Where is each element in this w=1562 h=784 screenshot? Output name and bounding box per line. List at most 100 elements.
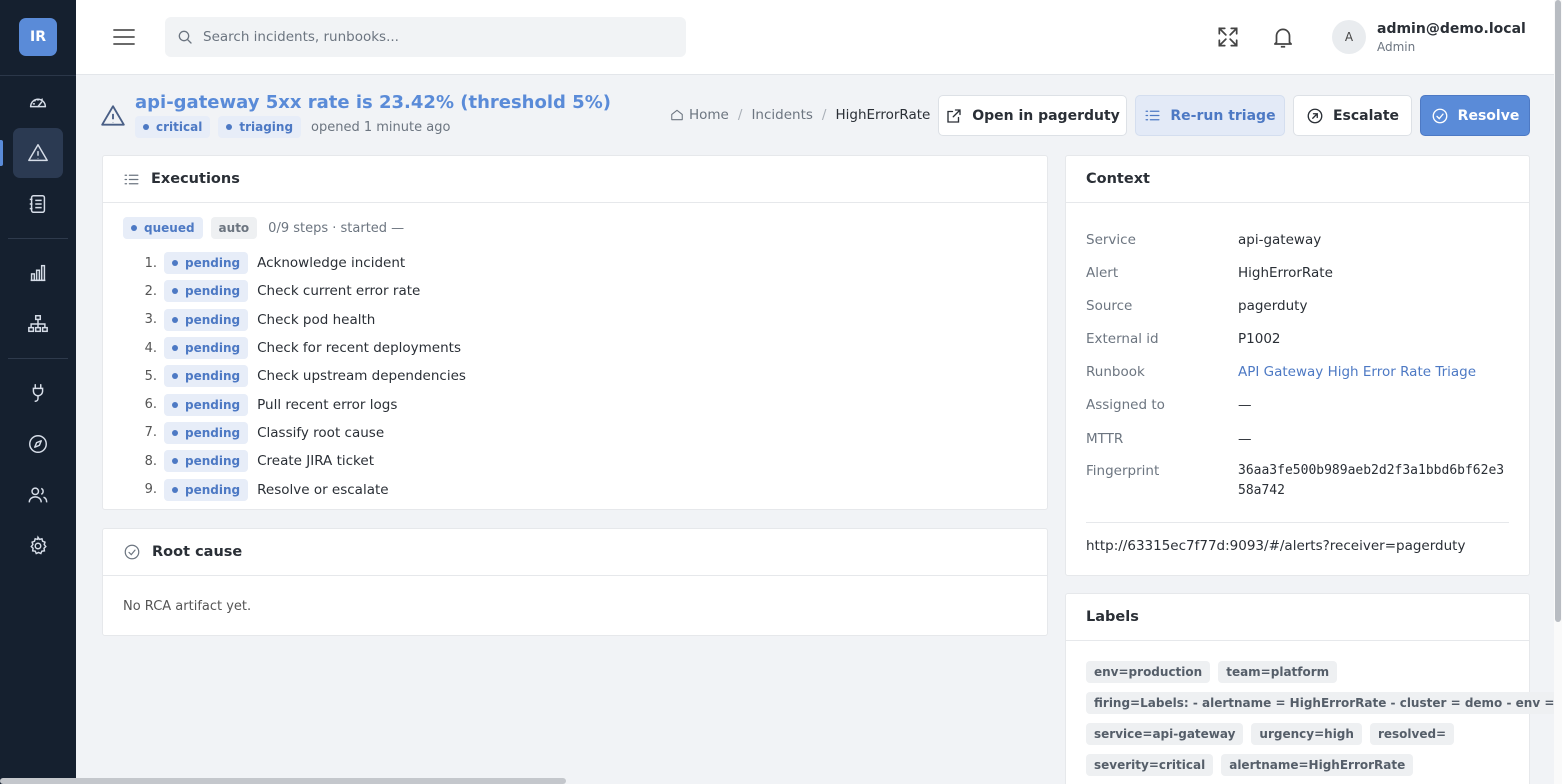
execution-meta: queued auto 0/9 steps · started — [123, 217, 404, 239]
sidebar-item-explore[interactable] [13, 419, 63, 469]
sidebar-item-topology[interactable] [13, 299, 63, 349]
rerun-triage-button[interactable]: Re-run triage [1135, 95, 1285, 136]
avatar[interactable]: A [1332, 20, 1366, 54]
compass-icon [29, 435, 47, 453]
horizontal-scrollbar[interactable] [0, 776, 1554, 784]
check-circle-icon [1431, 107, 1449, 125]
root-cause-header: Root cause [103, 529, 1047, 576]
context-row-external-id: External id P1002 [1086, 331, 1281, 347]
step-status-badge: pending [164, 280, 249, 303]
external-link-icon [945, 107, 963, 125]
step-label: Resolve or escalate [257, 481, 389, 498]
step-label: Check upstream dependencies [257, 368, 466, 385]
sidebar-divider [0, 75, 76, 76]
notebook-icon [29, 195, 46, 213]
vertical-scrollbar[interactable] [1554, 0, 1562, 784]
step-item[interactable]: 7. pending Classify root cause [133, 419, 466, 447]
context-header: Context [1066, 156, 1529, 203]
step-item[interactable]: 5. pending Check upstream dependencies [133, 362, 466, 390]
step-item[interactable]: 6. pending Pull recent error logs [133, 390, 466, 418]
menu-toggle-icon[interactable] [112, 26, 136, 52]
sitemap-icon [28, 315, 48, 333]
topbar: A admin@demo.local Admin [76, 0, 1554, 75]
label-chip: alertname=HighErrorRate [1221, 754, 1414, 776]
search-icon [177, 29, 193, 45]
step-item[interactable]: 9. pending Resolve or escalate [133, 475, 466, 503]
labels-list: env=production team=platform firing=Labe… [1086, 661, 1562, 784]
users-icon [28, 487, 48, 503]
sidebar-item-incidents[interactable] [13, 128, 63, 178]
status-badge: triaging [218, 116, 302, 138]
label-chip: severity=critical [1086, 754, 1214, 776]
step-status-badge: pending [164, 393, 249, 416]
list-icon [123, 171, 140, 188]
alert-triangle-icon [28, 144, 48, 162]
label-chip: firing=Labels: - alertname = HighErrorRa… [1086, 692, 1555, 714]
step-label: Check current error rate [257, 283, 421, 300]
alert-triangle-icon [100, 103, 126, 133]
home-icon [670, 108, 684, 122]
step-label: Check pod health [257, 311, 376, 328]
page-title: api-gateway 5xx rate is 23.42% (threshol… [135, 92, 611, 113]
label-chip: resolved= [1369, 723, 1455, 745]
context-row-runbook: Runbook API Gateway High Error Rate Triag… [1086, 364, 1477, 380]
bar-chart-icon [30, 264, 46, 282]
sidebar-item-dashboard[interactable] [13, 77, 63, 127]
step-status-badge: pending [164, 252, 249, 275]
execution-mode-badge: auto [210, 217, 258, 239]
app-logo[interactable]: IR [19, 18, 57, 56]
label-chip: service=api-gateway [1086, 723, 1244, 745]
search-box[interactable] [165, 17, 686, 57]
sidebar-item-integrations[interactable] [13, 368, 63, 418]
sidebar-separator [8, 238, 68, 239]
opened-time: opened 1 minute ago [311, 119, 451, 135]
label-chip: team=platform [1218, 661, 1338, 683]
step-label: Acknowledge incident [257, 255, 406, 272]
fullscreen-icon[interactable] [1215, 24, 1241, 54]
breadcrumb-home[interactable]: Home [689, 107, 729, 123]
labels-card: Labels env=production team=platform firi… [1065, 593, 1555, 784]
list-icon [1144, 107, 1161, 124]
severity-badge: critical [135, 116, 211, 138]
sidebar-active-indicator [0, 140, 3, 166]
search-input[interactable] [203, 29, 663, 45]
step-status-badge: pending [164, 365, 249, 388]
sidebar-item-settings[interactable] [13, 521, 63, 571]
root-cause-title: Root cause [152, 544, 243, 560]
steps-list: 1. pending Acknowledge incident 2. pending C… [133, 249, 466, 504]
resolve-button[interactable]: Resolve [1420, 95, 1530, 136]
step-label: Classify root cause [257, 424, 385, 441]
labels-header: Labels [1066, 594, 1529, 641]
step-item[interactable]: 2. pending Check current error rate [133, 277, 466, 305]
step-item[interactable]: 4. pending Check for recent deployments [133, 334, 466, 362]
step-item[interactable]: 1. pending Acknowledge incident [133, 249, 466, 277]
context-row-source: Source pagerduty [1086, 298, 1308, 314]
sidebar-item-teams[interactable] [13, 470, 63, 520]
label-chip: urgency=high [1251, 723, 1362, 745]
bell-icon[interactable] [1270, 24, 1296, 54]
labels-title: Labels [1086, 609, 1139, 625]
gauge-icon [29, 98, 47, 108]
executions-header: Executions [103, 156, 1047, 203]
step-item[interactable]: 3. pending Check pod health [133, 306, 466, 334]
breadcrumb-incidents[interactable]: Incidents [751, 107, 812, 123]
step-label: Pull recent error logs [257, 396, 398, 413]
label-chip: env=production [1086, 661, 1211, 683]
breadcrumb-current: HighErrorRate [835, 107, 931, 123]
step-status-badge: pending [164, 421, 249, 444]
user-name[interactable]: admin@demo.local [1377, 21, 1526, 37]
context-card: Context Service api-gateway Alert HighErro… [1065, 155, 1530, 576]
context-row-alert: Alert HighErrorRate [1086, 265, 1333, 281]
open-external-button[interactable]: Open in pagerduty [938, 95, 1127, 136]
sidebar-item-analytics[interactable] [13, 248, 63, 298]
context-title: Context [1086, 171, 1150, 187]
context-row-assigned: Assigned to — [1086, 397, 1252, 413]
step-item[interactable]: 8. pending Create JIRA ticket [133, 447, 466, 475]
incident-badges: critical triaging opened 1 minute ago [135, 116, 450, 138]
escalate-button[interactable]: Escalate [1293, 95, 1412, 136]
sidebar-item-runbooks[interactable] [13, 179, 63, 229]
root-cause-card: Root cause No RCA artifact yet. [102, 528, 1048, 636]
step-label: Check for recent deployments [257, 340, 461, 357]
alert-url[interactable]: http://63315ec7f77d:9093/#/alerts?receiv… [1086, 538, 1465, 554]
runbook-link[interactable]: API Gateway High Error Rate Triage [1238, 364, 1476, 380]
